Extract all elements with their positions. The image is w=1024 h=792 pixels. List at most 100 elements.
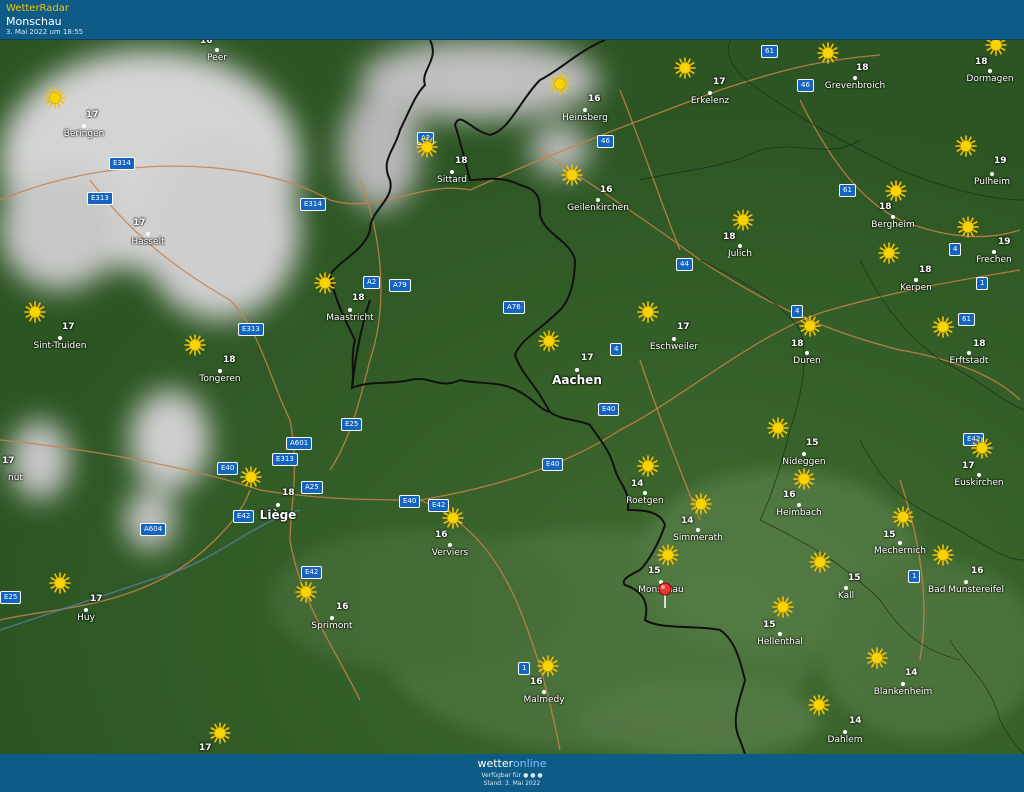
city-dot	[914, 278, 918, 282]
city-name: Euskirchen	[954, 478, 1004, 488]
road-number-badge: E25	[0, 591, 22, 604]
city-dot	[82, 124, 86, 128]
sun-icon	[538, 330, 560, 352]
city-dot	[805, 351, 809, 355]
temperature-label: 17	[62, 322, 75, 332]
stand-text: Stand: 3. Mai 2022	[483, 780, 541, 787]
road-number-badge: A604	[140, 523, 167, 536]
road-number-badge: E314	[300, 198, 326, 211]
road-number-badge: 1	[908, 570, 921, 583]
temperature-label: 15	[883, 530, 896, 540]
city-name: Beringen	[63, 129, 105, 139]
city-name: Blankenheim	[873, 687, 933, 697]
sun-icon	[690, 493, 712, 515]
city-dot	[802, 452, 806, 456]
sun-icon	[799, 315, 821, 337]
sun-icon	[314, 272, 336, 294]
temperature-label: 18	[723, 232, 736, 242]
sun-icon	[793, 468, 815, 490]
city-dot	[672, 337, 676, 341]
road-number-badge: A601	[286, 437, 313, 450]
sun-icon	[49, 572, 71, 594]
sun-icon	[416, 136, 438, 158]
temperature-label: 17	[90, 594, 103, 604]
sun-icon	[674, 57, 696, 79]
city-name: Heimbach	[776, 508, 822, 518]
city-dot	[843, 730, 847, 734]
city-name: Simmerath	[673, 533, 723, 543]
sun-icon	[732, 209, 754, 231]
sun-icon	[885, 180, 907, 202]
city-name: Dahlem	[827, 735, 863, 745]
city-name: Hasselt	[131, 237, 165, 247]
city-dot	[596, 198, 600, 202]
sun-icon	[957, 216, 979, 238]
city-name: Heinsberg	[562, 113, 608, 123]
city-name: Bad Munstereifel	[928, 585, 1004, 595]
sun-icon	[985, 40, 1007, 56]
road-number-badge: 61	[958, 313, 975, 326]
sun-icon	[24, 301, 46, 323]
app-footer: wetteronline Verfügbar für ● ● ● Stand: …	[0, 754, 1024, 792]
road-number-badge: 61	[839, 184, 856, 197]
city-name: Verviers	[431, 548, 469, 558]
city-dot	[84, 608, 88, 612]
road-number-badge: E25	[341, 418, 363, 431]
city-dot	[778, 632, 782, 636]
temperature-label: 16	[336, 602, 349, 612]
sun-icon	[878, 242, 900, 264]
temperature-label: 16	[200, 40, 213, 46]
city-dot	[448, 543, 452, 547]
sun-icon	[537, 655, 559, 677]
sun-icon	[809, 551, 831, 573]
temperature-label: 17	[2, 456, 15, 466]
temperature-label: 18	[973, 339, 986, 349]
sun-icon	[932, 544, 954, 566]
temperature-label: 18	[455, 156, 468, 166]
city-dot	[708, 91, 712, 95]
city-name: Malmedy	[523, 695, 565, 705]
road-number-badge: 46	[797, 79, 814, 92]
temperature-label: 17	[133, 218, 146, 228]
city-name: Hellenthal	[757, 637, 803, 647]
location-title[interactable]: Monschau	[6, 15, 62, 28]
city-dot	[738, 244, 742, 248]
sun-icon	[209, 722, 231, 744]
city-dot	[992, 250, 996, 254]
city-dot	[797, 503, 801, 507]
temperature-label: 15	[806, 438, 819, 448]
city-dot	[988, 69, 992, 73]
city-name: Dormagen	[966, 74, 1014, 84]
temperature-label: 17	[199, 743, 212, 753]
city-name: Duren	[793, 356, 821, 366]
road-number-badge: 4	[949, 243, 962, 256]
temperature-label: 14	[681, 516, 694, 526]
sun-icon	[549, 73, 571, 95]
temperature-label: 18	[856, 63, 869, 73]
temperature-label: 16	[971, 566, 984, 576]
temperature-label: 14	[905, 668, 918, 678]
city-dot	[643, 491, 647, 495]
road-number-badge: E40	[542, 458, 564, 471]
temperature-label: 16	[435, 530, 448, 540]
temperature-label: 14	[849, 716, 862, 726]
road-number-badge: A2	[363, 276, 381, 289]
city-dot	[853, 76, 857, 80]
sun-icon	[971, 437, 993, 459]
city-dot	[58, 336, 62, 340]
city-name: Tongeren	[199, 374, 241, 384]
sun-icon	[44, 87, 66, 109]
temperature-label: 17	[677, 322, 690, 332]
sun-icon	[772, 596, 794, 618]
temperature-label: 17	[581, 353, 594, 363]
temperature-label: 16	[783, 490, 796, 500]
road-number-badge: 1	[976, 277, 989, 290]
sun-icon	[184, 334, 206, 356]
city-dot	[901, 682, 905, 686]
city-name: nut	[8, 473, 23, 483]
city-dot	[583, 108, 587, 112]
weather-map[interactable]: 61 46 A2 E314 46 E313 E314 61 A2 A79 4 A76 E313 4 4 61 1…	[0, 40, 1024, 754]
sun-icon	[637, 455, 659, 477]
road-number-badge: A79	[389, 279, 411, 292]
sun-icon	[866, 647, 888, 669]
